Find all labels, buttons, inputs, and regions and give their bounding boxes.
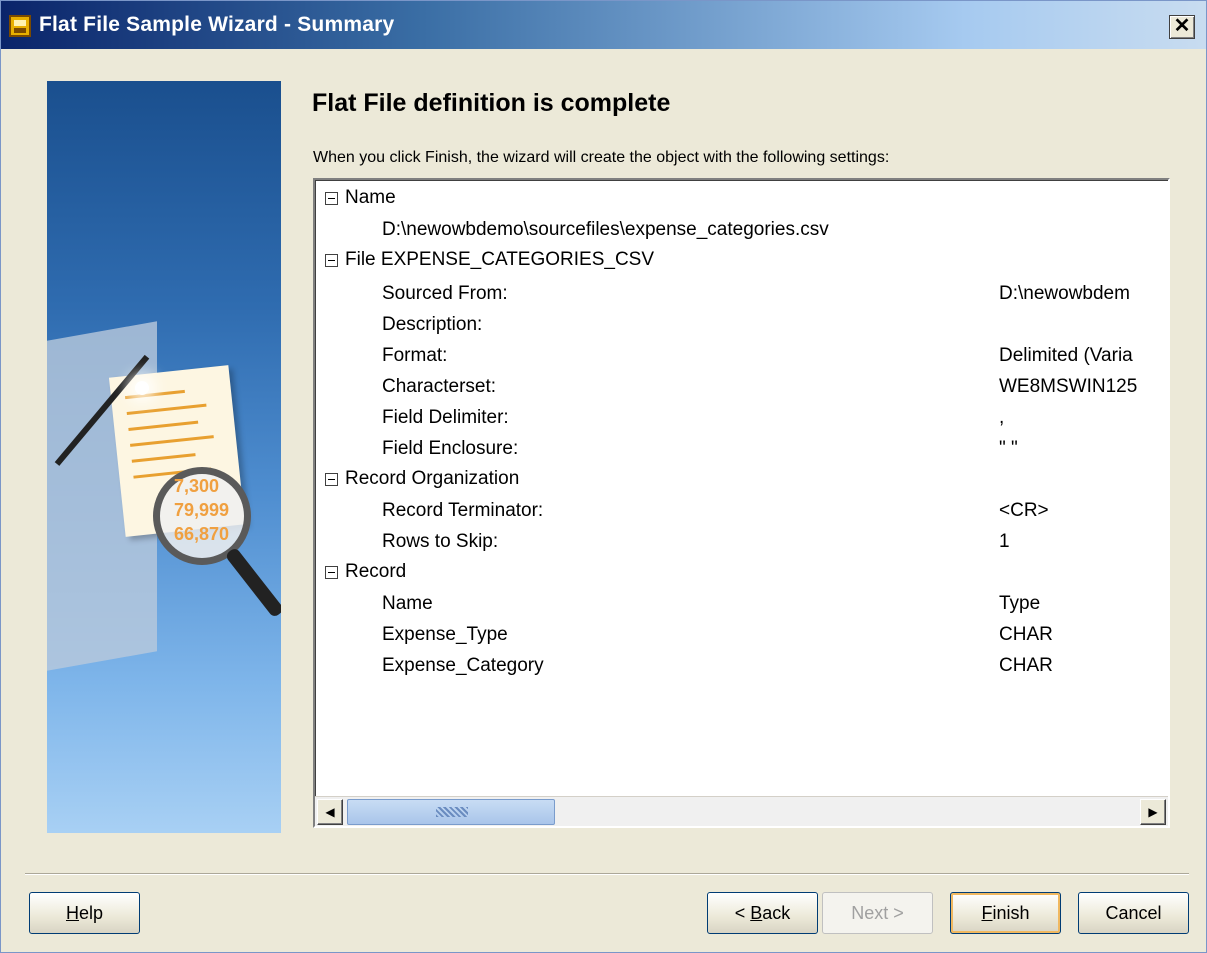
summary-tree[interactable]: Name D:\newowbdemo\sourcefiles\expense_c… [313,178,1170,828]
tree-leaf-label: Expense_Category [382,655,544,676]
tree-leaf-label: Description: [382,314,483,335]
next-button[interactable]: Next > [822,892,933,934]
tree-leaf-label: Characterset: [382,376,497,397]
node-label: Name [345,187,396,208]
app-icon [9,15,31,37]
lens-number: 7,300 [174,476,220,496]
finish-label: inish [992,902,1030,923]
wand-sparkle-graphic [135,381,149,395]
tree-leaf-value: Type [999,593,1041,614]
tree-node-record[interactable]: Record [325,558,406,586]
tree-leaf-label: Sourced From: [382,283,508,304]
scrollbar-thumb[interactable] [347,799,555,825]
footer-divider [25,873,1189,875]
help-mnemonic: H [65,902,79,923]
tree-leaf-label: Rows to Skip: [382,531,499,552]
collapse-icon[interactable] [325,254,338,267]
collapse-icon[interactable] [325,473,338,486]
horizontal-scrollbar[interactable]: ◀ ▶ [315,796,1168,826]
back-prefix: < [734,902,751,923]
tree-leaf-label: Format: [382,345,448,366]
help-label: elp [78,902,104,923]
tree-leaf-value: D:\newowbdem [999,283,1130,304]
title-bar[interactable]: Flat File Sample Wizard - Summary ✕ [1,1,1206,49]
tree-node-record-organization[interactable]: Record Organization [325,465,519,493]
cancel-button[interactable]: Cancel [1078,892,1189,934]
wizard-illustration: 7,300 79,999 66,870 [47,81,281,833]
back-label: ack [762,902,791,923]
tree-leaf-value: <CR> [999,500,1049,521]
back-mnemonic: B [750,902,763,923]
tree-leaf-value: WE8MSWIN125 [999,376,1138,397]
collapse-icon[interactable] [325,192,338,205]
tree-leaf-value: CHAR [999,655,1053,676]
page-heading: Flat File definition is complete [312,89,671,117]
tree-node-file[interactable]: File EXPENSE_CATEGORIES_CSV [325,246,654,274]
finish-button[interactable]: Finish [950,892,1061,934]
tree-leaf-label: Expense_Type [382,624,508,645]
tree-leaf-value: CHAR [999,624,1053,645]
tree-leaf-value: 1 [999,531,1010,552]
tree-leaf-label: Field Enclosure: [382,438,519,459]
help-button[interactable]: Help [29,892,140,934]
node-label: File EXPENSE_CATEGORIES_CSV [345,249,655,270]
page-description: When you click Finish, the wizard will c… [313,149,890,166]
window-title: Flat File Sample Wizard - Summary [39,13,395,36]
node-label: Record [345,561,407,582]
tree-leaf-name-value: D:\newowbdemo\sourcefiles\expense_catego… [382,219,829,240]
magnifier-handle-graphic [224,546,281,619]
finish-mnemonic: F [981,902,993,923]
node-label: Record Organization [345,468,520,489]
lens-number: 66,870 [174,524,230,544]
tree-content: Name D:\newowbdemo\sourcefiles\expense_c… [315,180,1168,792]
back-button[interactable]: < Back [707,892,818,934]
tree-leaf-label: Record Terminator: [382,500,544,521]
tree-leaf-label: Name [382,593,433,614]
scroll-right-icon[interactable]: ▶ [1140,799,1166,825]
tree-leaf-value: Delimited (Varia [999,345,1133,366]
tree-leaf-value: , [999,407,1005,428]
wizard-window: Flat File Sample Wizard - Summary ✕ 7,30… [0,0,1207,953]
lens-number: 79,999 [174,500,230,520]
close-button[interactable]: ✕ [1169,15,1195,39]
tree-node-name[interactable]: Name [325,184,396,212]
collapse-icon[interactable] [325,566,338,579]
scroll-left-icon[interactable]: ◀ [317,799,343,825]
tree-leaf-label: Field Delimiter: [382,407,509,428]
tree-leaf-value: " " [999,438,1018,459]
